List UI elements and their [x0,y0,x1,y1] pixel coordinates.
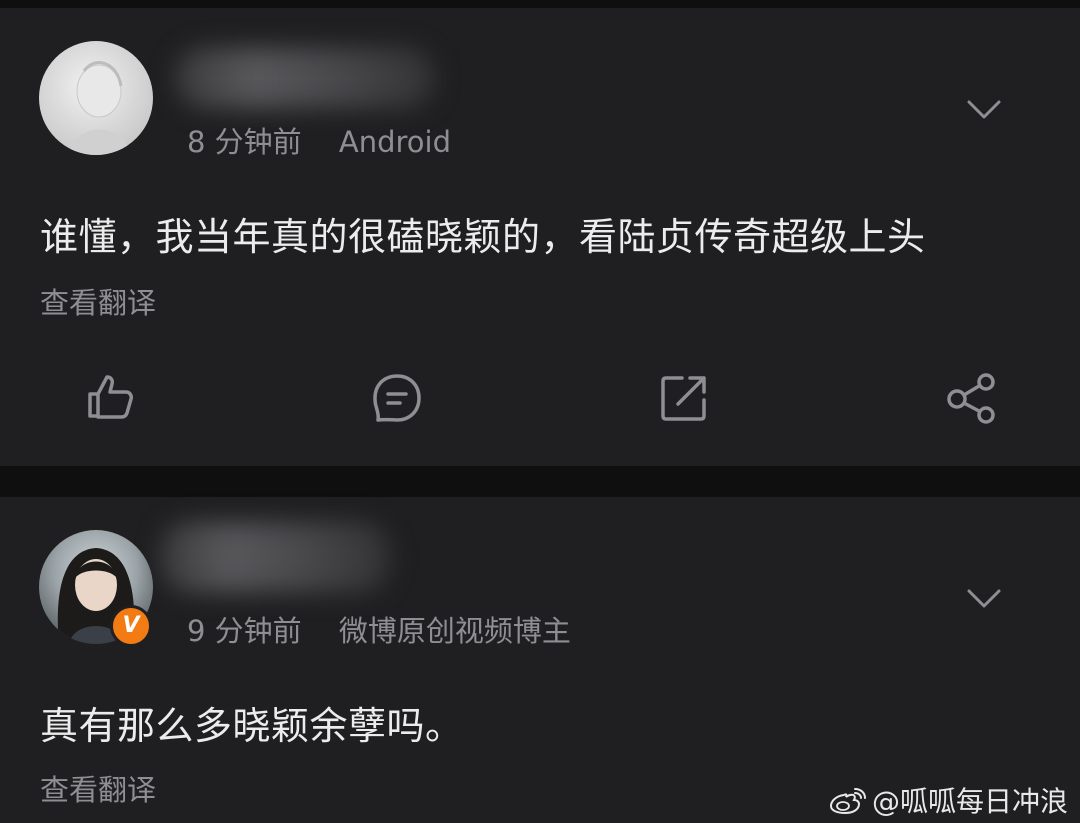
translate-link[interactable]: 查看翻译 [40,767,156,809]
comment-source: 微博原创视频博主 [338,614,571,648]
repost-button[interactable] [654,368,714,428]
chevron-down-icon[interactable] [964,90,1004,130]
verified-badge: V [110,605,152,647]
share-button[interactable] [941,368,1001,428]
share-icon [947,373,995,424]
comment-time: 8 分钟前 [187,125,302,159]
repost-icon [661,376,706,421]
comment-source: Android [338,125,452,159]
comment-button[interactable] [367,368,427,428]
translate-link[interactable]: 查看翻译 [40,280,156,322]
comment-meta: 8 分钟前 Android [187,119,451,161]
comment-text: 谁懂，我当年真的很磕晓颖的，看陆贞传奇超级上头 [40,215,926,259]
weibo-watermark: @呱呱每日冲浪 [828,780,1068,820]
comment-time: 9 分钟前 [187,614,302,648]
avatar[interactable] [39,41,153,155]
avatar-image [69,61,131,155]
chevron-down-icon[interactable] [964,579,1004,619]
username-blurred[interactable] [175,48,435,108]
username-blurred[interactable] [160,522,390,592]
comment-meta: 9 分钟前 微博原创视频博主 [187,608,571,650]
comment-icon [373,374,421,422]
thumbs-up-icon [88,375,133,419]
watermark-text: @呱呱每日冲浪 [871,785,1068,818]
comment-text: 真有那么多晓颖余孽吗。 [40,704,464,748]
like-button[interactable] [80,368,140,428]
action-bar [0,368,1080,438]
weibo-logo-icon [829,788,866,815]
comment-card: V 9 分钟前 微博原创视频博主 真有那么多晓颖余孽吗。 查看翻译 [0,497,1080,823]
weibo-comment-feed: 8 分钟前 Android 谁懂，我当年真的很磕晓颖的，看陆贞传奇超级上头 查看… [0,0,1080,823]
comment-card: 8 分钟前 Android 谁懂，我当年真的很磕晓颖的，看陆贞传奇超级上头 查看… [0,8,1080,466]
